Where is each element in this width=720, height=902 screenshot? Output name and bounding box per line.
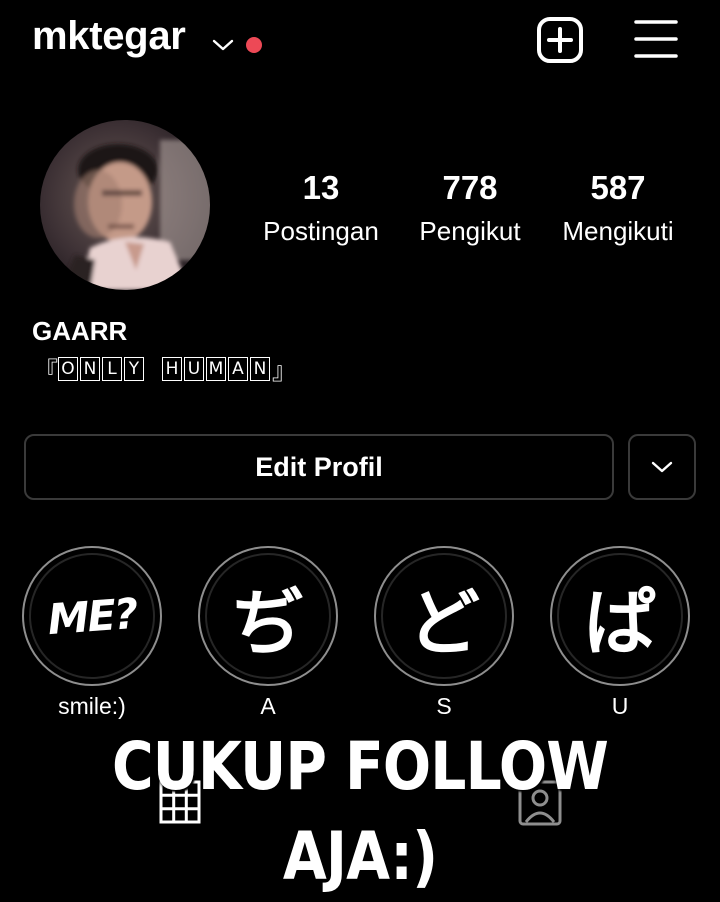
highlight-cover: ぱ — [557, 553, 683, 679]
highlight-a[interactable]: ぢ — [198, 546, 338, 686]
following-count: 587 — [590, 169, 646, 206]
bio: 『 O N L Y H U M A N 』 — [34, 351, 296, 386]
highlight-label: A — [260, 693, 276, 719]
stat-posts[interactable]: 13 Postingan — [246, 169, 396, 247]
bio-letter: A — [228, 356, 248, 381]
posts-label: Postingan — [263, 216, 379, 246]
bio-letter: L — [102, 356, 122, 381]
highlight-cover: ぢ — [205, 553, 331, 679]
stat-following[interactable]: 587 Mengikuti — [543, 169, 693, 247]
chevron-down-icon[interactable] — [212, 38, 234, 52]
highlight-cover: ME? — [24, 548, 160, 684]
bio-open-bracket: 『 — [34, 357, 58, 385]
bio-letter: N — [80, 356, 100, 381]
bio-letter: N — [250, 356, 270, 381]
display-name: GAARR — [32, 316, 128, 346]
hamburger-menu-icon[interactable] — [632, 18, 680, 62]
highlight-label: S — [436, 693, 452, 719]
bio-letter: Y — [124, 356, 144, 381]
highlight-label: U — [611, 693, 629, 719]
highlight-cover: ど — [381, 553, 507, 679]
followers-count: 778 — [442, 169, 498, 206]
username[interactable]: mktegar — [32, 14, 186, 59]
bio-letter: M — [206, 356, 226, 381]
profile-photo — [40, 120, 210, 290]
posts-count: 13 — [302, 169, 340, 206]
add-post-icon[interactable] — [536, 16, 584, 64]
stat-followers[interactable]: 778 Pengikut — [395, 169, 545, 247]
highlight-smile[interactable]: ME? — [22, 546, 162, 686]
highlight-label: smile:) — [58, 693, 126, 719]
following-label: Mengikuti — [562, 216, 674, 246]
chevron-down-icon — [651, 461, 673, 473]
bio-letter: H — [162, 356, 182, 381]
bio-letter: U — [184, 356, 204, 381]
avatar[interactable] — [40, 120, 210, 290]
suggested-accounts-button[interactable] — [628, 434, 696, 500]
edit-profile-button[interactable]: Edit Profil — [24, 434, 614, 500]
bio-letter: O — [58, 356, 78, 381]
highlight-u[interactable]: ぱ — [550, 546, 690, 686]
overlay-caption: CUKUP FOLLOW AJA:) — [111, 728, 609, 895]
bio-close-bracket: 』 — [272, 357, 296, 385]
notification-dot — [246, 37, 262, 53]
followers-label: Pengikut — [419, 216, 521, 246]
highlight-s[interactable]: ど — [374, 546, 514, 686]
